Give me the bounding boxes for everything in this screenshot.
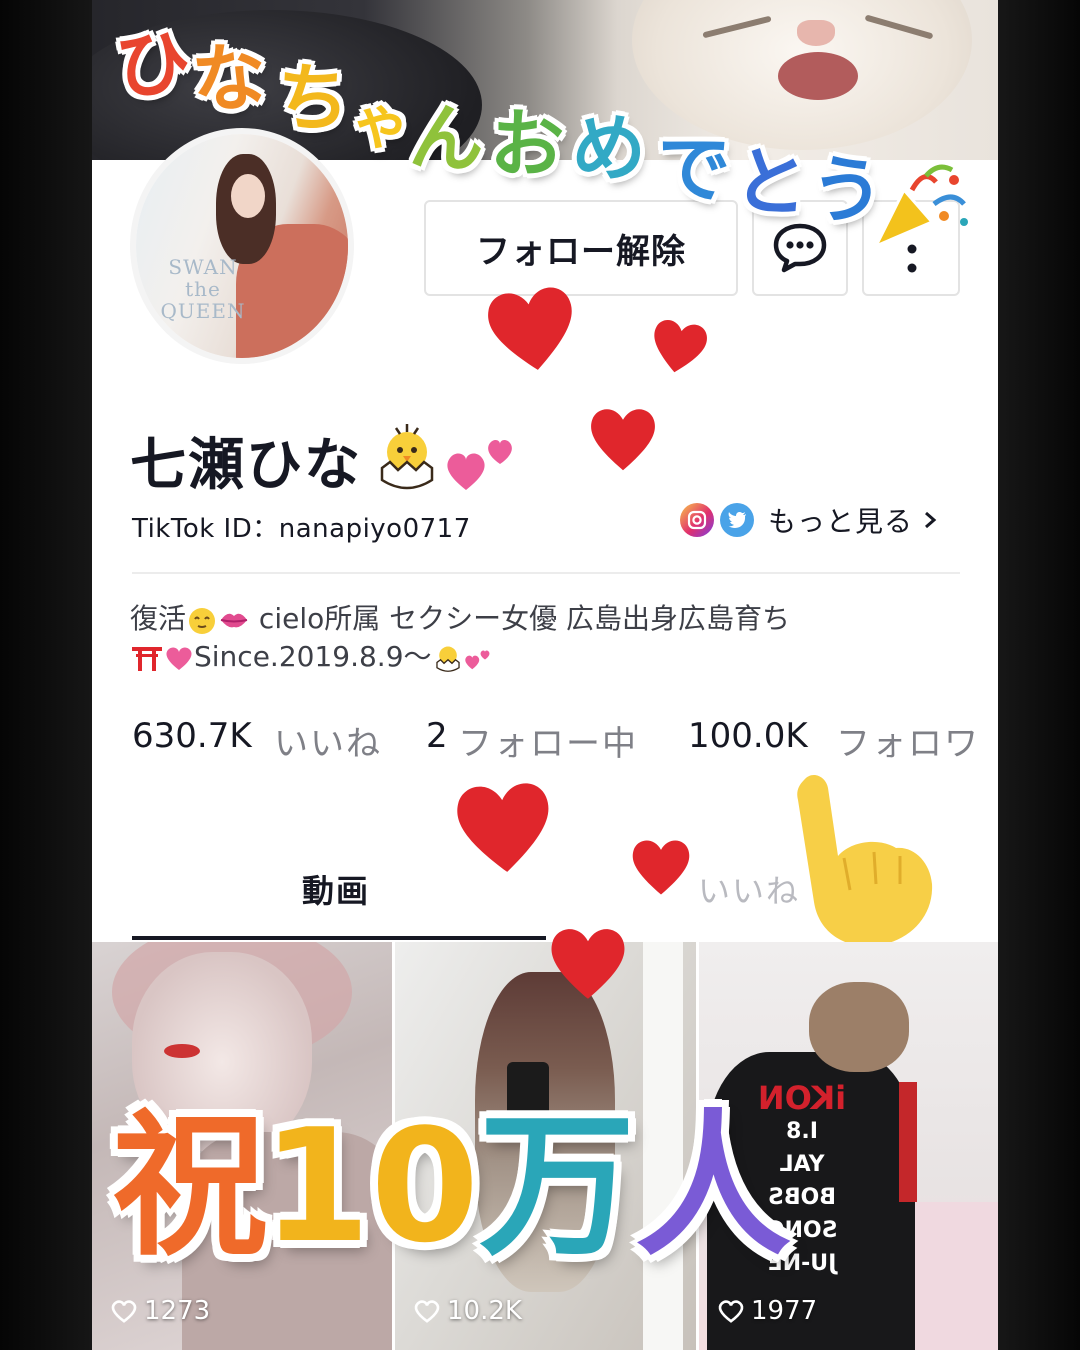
username: 七瀬ひな (130, 433, 362, 498)
overlay-title: ひ な ち ゃ ん お め で と う (112, 18, 936, 236)
red-heart-icon (632, 840, 690, 895)
kiss-mark-icon (220, 613, 248, 628)
red-heart-icon (457, 783, 549, 872)
followers-count[interactable]: 100.0K (688, 716, 808, 756)
celebrate-char: 祝 (112, 1095, 268, 1277)
overlay-char: と (731, 137, 811, 229)
profile-stats: 630.7K いいね 2 フォロー中 100.0K フォロワ (132, 716, 998, 766)
celebrate-char: 10 (262, 1095, 480, 1277)
social-links[interactable]: もっと見る (680, 500, 941, 540)
divider (132, 572, 960, 574)
profile-bio: 復活 cielo所属 セクシー女優 広島出身広島育ち Since.2019.8.… (130, 600, 950, 676)
red-heart-icon (488, 287, 572, 370)
profile-screenshot: SWAN the QUEEN フォロー解除 ひ な ち ゃ ん お め で と … (92, 0, 998, 1350)
blushing-face-icon (189, 608, 216, 634)
instagram-icon[interactable] (680, 503, 714, 537)
right-dark-border (998, 0, 1080, 1350)
left-dark-border (0, 0, 92, 1350)
following-count[interactable]: 2 (426, 716, 448, 756)
overlay-char: ゃ (348, 86, 414, 160)
celebrate-char: 万 (479, 1095, 636, 1277)
tiktok-id: TikTok ID：nanapiyo0717 (132, 514, 471, 544)
avatar-caption: SWAN the QUEEN (160, 255, 246, 323)
likes-count: 630.7K (132, 716, 252, 756)
followers-label[interactable]: フォロワ (836, 716, 980, 765)
red-heart-icon (591, 409, 655, 471)
overlay-char: め (569, 104, 649, 194)
active-tab-indicator (132, 936, 546, 940)
celebrate-overlay: 祝10万人 (112, 1108, 812, 1308)
overlay-char: お (488, 100, 566, 190)
overlay-char: な (189, 33, 269, 125)
celebrate-char: 人 (635, 1095, 792, 1277)
two-hearts-icon (464, 650, 489, 670)
hatching-chick-icon (435, 646, 460, 672)
party-popper-icon (872, 164, 968, 249)
bio-line-1: 復活 cielo所属 セクシー女優 広島出身広島育ち (130, 602, 791, 635)
pink-heart-icon (166, 647, 192, 670)
overlay-char: ひ (111, 18, 195, 112)
overlay-char: で (652, 122, 734, 216)
likes-label: いいね (274, 724, 382, 764)
following-label[interactable]: フォロー中 (458, 716, 638, 765)
red-heart-icon (654, 320, 707, 373)
red-heart-icon (551, 929, 625, 999)
hatching-chick-icon (380, 424, 434, 490)
overlay-char: ん (407, 93, 487, 185)
chevron-right-icon[interactable] (919, 509, 941, 531)
shrine-gate-icon (132, 647, 162, 671)
see-more-link[interactable]: もっと見る (768, 500, 913, 540)
bio-line-2: Since.2019.8.9〜 (130, 638, 950, 676)
pointing-hand-icon (797, 774, 933, 946)
tab-videos[interactable]: 動画 (302, 866, 370, 912)
two-hearts-icon (447, 440, 512, 490)
overlay-char: ち (273, 53, 353, 145)
twitter-icon[interactable] (720, 503, 754, 537)
